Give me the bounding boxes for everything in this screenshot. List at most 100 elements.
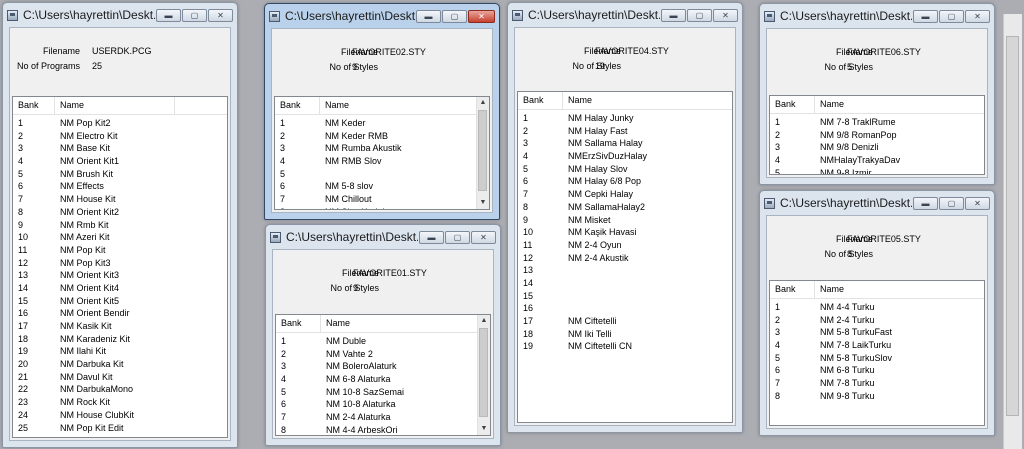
list-item[interactable]: 8 NM 4-4 ArbeskOri xyxy=(276,424,478,435)
list-item[interactable]: 5 NM 10-8 SazSemai xyxy=(276,386,478,399)
column-header-name[interactable]: Name xyxy=(55,97,175,114)
scrollbar-thumb[interactable] xyxy=(478,110,487,191)
list-item[interactable]: 17 NM Kasik Kit xyxy=(13,320,227,333)
list-item[interactable]: 3 NM Sallama Halay xyxy=(518,137,732,150)
title-bar[interactable]: C:\Users\hayrettin\Deskt... ▬ ▢ ✕ xyxy=(760,4,994,28)
list-item[interactable]: 20 NM Darbuka Kit xyxy=(13,358,227,371)
list-item[interactable]: 1 NM Halay Junky xyxy=(518,112,732,125)
bank-list[interactable]: Bank Name 1 NM Pop Kit2 2 NM Electro Kit 3 NM B… xyxy=(12,96,228,438)
close-button[interactable]: ✕ xyxy=(965,9,990,23)
list-item[interactable]: 24 NM House ClubKit xyxy=(13,409,227,422)
list-item[interactable]: 16 xyxy=(518,302,732,315)
maximize-button[interactable]: ▢ xyxy=(939,196,964,210)
list-item[interactable]: 6 NM 6-8 Turku xyxy=(770,364,984,377)
window-favorite02[interactable]: C:\Users\hayrettin\Deskt... ▬ ▢ ✕ Filename FA… xyxy=(264,3,500,220)
list-item[interactable]: 5 NM 9-8 Izmir xyxy=(770,167,984,174)
list-item[interactable]: 6 NM 10-8 Alaturka xyxy=(276,398,478,411)
scroll-down-arrow-icon[interactable]: ▼ xyxy=(477,197,489,209)
list-item[interactable]: 5 NM 5-8 TurkuSlov xyxy=(770,352,984,365)
list-item[interactable]: 3 NM BoleroAlaturk xyxy=(276,360,478,373)
list-item[interactable]: 18 NM Iki Telli xyxy=(518,328,732,341)
maximize-button[interactable]: ▢ xyxy=(687,8,712,22)
close-button[interactable]: ✕ xyxy=(965,196,990,210)
maximize-button[interactable]: ▢ xyxy=(445,230,470,244)
list-item[interactable]: 9 NM Misket xyxy=(518,214,732,227)
list-item[interactable]: 2 NM Vahte 2 xyxy=(276,348,478,361)
bank-list[interactable]: Bank Name 1 NM 7-8 TraklRume 2 NM 9/8 RomanPo… xyxy=(769,95,985,175)
list-item[interactable]: 2 NM 9/8 RomanPop xyxy=(770,129,984,142)
bank-list[interactable]: Bank Name 1 NM 4-4 Turku 2 NM 2-4 Turku 3 NM 5-… xyxy=(769,280,985,426)
title-bar[interactable]: C:\Users\hayrettin\Deskt... ▬ ▢ ✕ xyxy=(266,225,500,249)
list-item[interactable]: 18 NM Karadeniz Kit xyxy=(13,333,227,346)
scroll-down-arrow-icon[interactable]: ▼ xyxy=(478,423,490,435)
list-item[interactable]: 19 NM Ciftetelli CN xyxy=(518,340,732,353)
minimize-button[interactable]: ▬ xyxy=(419,230,444,244)
list-item[interactable]: 6 NM Effects xyxy=(13,180,227,193)
list-scrollbar[interactable]: ▲ ▼ xyxy=(477,315,490,435)
list-item[interactable]: 3 NM 9/8 Denizli xyxy=(770,141,984,154)
list-item[interactable]: 1 NM Pop Kit2 xyxy=(13,117,227,130)
maximize-button[interactable]: ▢ xyxy=(442,9,467,23)
list-item[interactable]: 1 NM 7-8 TraklRume xyxy=(770,116,984,129)
scrollbar-thumb[interactable] xyxy=(479,328,488,417)
list-scrollbar[interactable]: ▲ ▼ xyxy=(476,97,489,209)
list-item[interactable]: 21 NM Davul Kit xyxy=(13,371,227,384)
bank-list[interactable]: Bank Name 1 NM Halay Junky 2 NM Halay Fast 3 NM… xyxy=(517,91,733,423)
list-item[interactable]: 7 NM Chillout xyxy=(275,193,477,206)
list-item[interactable]: 5 NM Brush Kit xyxy=(13,168,227,181)
list-item[interactable]: 6 NM 5-8 slov xyxy=(275,180,477,193)
list-item[interactable]: 14 xyxy=(518,277,732,290)
list-item[interactable]: 13 xyxy=(518,264,732,277)
minimize-button[interactable]: ▬ xyxy=(661,8,686,22)
list-item[interactable]: 7 NM House Kit xyxy=(13,193,227,206)
list-item[interactable]: 8NM Slov Kadeh xyxy=(275,206,477,209)
list-item[interactable]: 5 NM Halay Slov xyxy=(518,163,732,176)
list-item[interactable]: 14 NM Orient Kit4 xyxy=(13,282,227,295)
bank-list[interactable]: Bank Name 1 NM Keder 2 NM Keder RMB 3 NM Rumba … xyxy=(274,96,490,210)
list-item[interactable]: 8 NM 9-8 Turku xyxy=(770,390,984,403)
list-item[interactable]: 7 NM 7-8 Turku xyxy=(770,377,984,390)
list-item[interactable]: 3 NM Base Kit xyxy=(13,142,227,155)
close-button[interactable]: ✕ xyxy=(471,230,496,244)
list-item[interactable]: 10 NM Kaşik Havasi xyxy=(518,226,732,239)
title-bar[interactable]: C:\Users\hayrettin\Deskt... ▬ ▢ ✕ xyxy=(508,3,742,27)
close-button[interactable]: ✕ xyxy=(208,8,233,22)
list-item[interactable]: 4 NMHalayTrakyaDav xyxy=(770,154,984,167)
list-item[interactable]: 11 NM 2-4 Oyun xyxy=(518,239,732,252)
maximize-button[interactable]: ▢ xyxy=(939,9,964,23)
title-bar[interactable]: C:\Users\hayrettin\Deskt... ▬ ▢ ✕ xyxy=(265,4,499,28)
minimize-button[interactable]: ▬ xyxy=(416,9,441,23)
list-item[interactable]: 7 NM Cepki Halay xyxy=(518,188,732,201)
column-header-name[interactable]: Name xyxy=(321,315,486,332)
list-item[interactable]: 2 NM Keder RMB xyxy=(275,130,477,143)
list-item[interactable]: 8 NM SallamaHalay2 xyxy=(518,201,732,214)
list-item[interactable]: 12 NM 2-4 Akustik xyxy=(518,252,732,265)
column-header-bank[interactable]: Bank xyxy=(770,96,815,113)
window-favorite01[interactable]: C:\Users\hayrettin\Deskt... ▬ ▢ ✕ Filename FA… xyxy=(265,224,501,446)
close-button[interactable]: ✕ xyxy=(468,9,495,23)
column-header-bank[interactable]: Bank xyxy=(13,97,55,114)
maximize-button[interactable]: ▢ xyxy=(182,8,207,22)
list-item[interactable]: 4 NM 7-8 LaikTurku xyxy=(770,339,984,352)
list-item[interactable]: 15 xyxy=(518,290,732,303)
list-item[interactable]: 12 NM Pop Kit3 xyxy=(13,257,227,270)
desktop-scrollbar-thumb[interactable] xyxy=(1006,36,1019,416)
column-header-bank[interactable]: Bank xyxy=(275,97,320,114)
minimize-button[interactable]: ▬ xyxy=(156,8,181,22)
list-item[interactable]: 7 NM 2-4 Alaturka xyxy=(276,411,478,424)
list-item[interactable]: 3 NM 5-8 TurkuFast xyxy=(770,326,984,339)
column-header-name[interactable]: Name xyxy=(815,281,984,298)
list-item[interactable]: 8 NM Orient Kit2 xyxy=(13,206,227,219)
list-item[interactable]: 22 NM DarbukaMono xyxy=(13,383,227,396)
list-item[interactable]: 25 NM Pop Kit Edit xyxy=(13,422,227,435)
window-favorite06[interactable]: C:\Users\hayrettin\Deskt... ▬ ▢ ✕ Filename FA… xyxy=(759,3,995,185)
list-item[interactable]: 11 NM Pop Kit xyxy=(13,244,227,257)
minimize-button[interactable]: ▬ xyxy=(913,9,938,23)
scroll-up-arrow-icon[interactable]: ▲ xyxy=(478,315,490,327)
list-item[interactable]: 4 NM Orient Kit1 xyxy=(13,155,227,168)
list-item[interactable]: 1 NM 4-4 Turku xyxy=(770,301,984,314)
list-item[interactable]: 9 NM Rmb Kit xyxy=(13,219,227,232)
bank-list[interactable]: Bank Name 1 NM Duble 2 NM Vahte 2 3 NM BoleroAl… xyxy=(275,314,491,436)
list-item[interactable]: 1 NM Duble xyxy=(276,335,478,348)
list-item[interactable]: 4 NM RMB Slov xyxy=(275,155,477,168)
